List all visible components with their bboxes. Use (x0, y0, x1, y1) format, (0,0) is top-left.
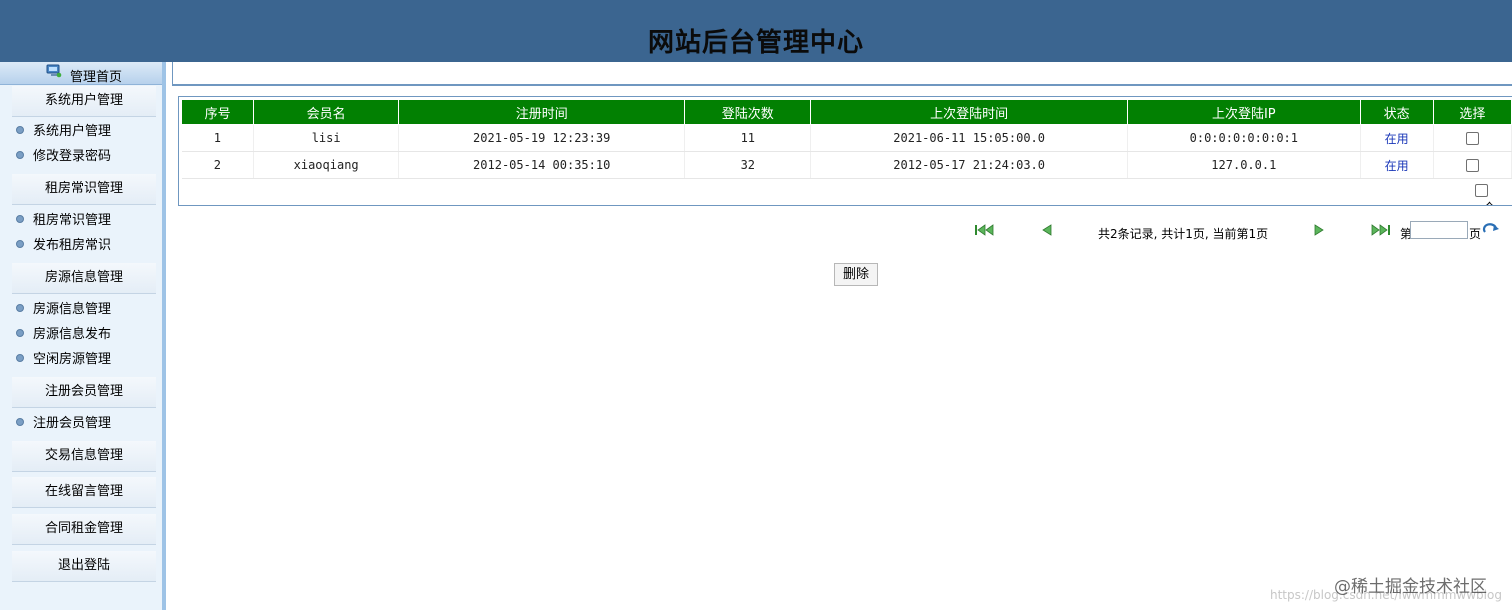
row-checkbox[interactable] (1465, 132, 1479, 145)
col-header-status: 状态 (1359, 99, 1434, 125)
status-link[interactable]: 在用 (1385, 159, 1409, 173)
page-title: 网站后台管理中心 (647, 28, 864, 58)
bullet-icon (16, 239, 24, 248)
select-all-checkbox[interactable] (1475, 184, 1488, 197)
col-header-last-login: 上次登陆时间 (810, 99, 1129, 125)
sidebar: 管理首页 系统用户管理 系统用户管理 修改登录密码 租房常识管理 租房常识管理 … (0, 62, 166, 610)
cell-select (1433, 124, 1512, 152)
cell-name: lisi (253, 124, 399, 152)
app-header: 网站后台管理中心 (0, 0, 1512, 62)
bullet-icon (16, 417, 24, 426)
bullet-icon (16, 303, 24, 312)
table-row: 2 xiaoqiang 2012-05-14 00:35:10 32 2012-… (181, 151, 1512, 179)
first-page-icon[interactable] (974, 224, 996, 236)
col-header-name: 会员名 (253, 99, 399, 125)
bullet-icon (16, 125, 24, 134)
member-table-panel: 序号 会员名 注册时间 登陆次数 上次登陆时间 上次登陆IP 状态 选择 1 l… (178, 96, 1512, 206)
row-checkbox[interactable] (1465, 159, 1479, 172)
goto-page-input[interactable] (1410, 221, 1468, 239)
cell-reg-time: 2021-05-19 12:23:39 (398, 124, 686, 152)
sidebar-section-system-users[interactable]: 系统用户管理 (12, 86, 156, 117)
cell-last-login: 2012-05-17 21:24:03.0 (810, 151, 1129, 179)
sidebar-item-system-users[interactable]: 系统用户管理 (16, 122, 111, 142)
sidebar-section-listings[interactable]: 房源信息管理 (12, 263, 156, 294)
computer-icon (46, 64, 62, 78)
col-header-select: 选择 (1432, 99, 1512, 125)
sidebar-section-members[interactable]: 注册会员管理 (12, 377, 156, 408)
sidebar-section-transactions[interactable]: 交易信息管理 (12, 441, 156, 472)
sidebar-item-listings[interactable]: 房源信息管理 (16, 300, 111, 320)
cell-ip: 0:0:0:0:0:0:0:1 (1127, 124, 1361, 152)
sidebar-item-publish-tips[interactable]: 发布租房常识 (16, 236, 111, 256)
sidebar-item-rental-tips[interactable]: 租房常识管理 (16, 211, 111, 231)
col-header-login-count: 登陆次数 (684, 99, 812, 125)
sidebar-item-members[interactable]: 注册会员管理 (16, 414, 111, 434)
watermark: @稀土掘金技术社区 (1334, 577, 1487, 597)
refresh-go-icon[interactable] (1482, 223, 1500, 237)
sidebar-home[interactable]: 管理首页 (0, 62, 162, 85)
cell-last-login: 2021-06-11 15:05:00.0 (810, 124, 1129, 152)
cell-no: 1 (181, 124, 255, 152)
sidebar-section-rental-tips[interactable]: 租房常识管理 (12, 174, 156, 205)
goto-suffix: 页 (1469, 227, 1482, 241)
sidebar-item-publish-listing[interactable]: 房源信息发布 (16, 325, 111, 345)
bullet-icon (16, 150, 24, 159)
bullet-icon (16, 353, 24, 362)
table-row: 1 lisi 2021-05-19 12:23:39 11 2021-06-11… (181, 124, 1512, 152)
sidebar-home-label: 管理首页 (70, 70, 123, 85)
sidebar-section-messages[interactable]: 在线留言管理 (12, 477, 156, 508)
sidebar-item-change-password[interactable]: 修改登录密码 (16, 147, 111, 167)
select-all-label: 全 (1483, 202, 1496, 205)
cell-name: xiaoqiang (253, 151, 399, 179)
cell-ip: 127.0.0.1 (1127, 151, 1361, 179)
cell-no: 2 (181, 151, 255, 179)
cell-reg-time: 2012-05-14 00:35:10 (398, 151, 686, 179)
last-page-icon[interactable] (1369, 224, 1391, 236)
cell-status: 在用 (1360, 151, 1434, 179)
col-header-no: 序号 (180, 99, 255, 125)
sidebar-item-vacant-listings[interactable]: 空闲房源管理 (16, 350, 111, 370)
select-all: 全 (1475, 183, 1512, 205)
cell-login-count: 11 (684, 124, 812, 152)
bullet-icon (16, 214, 24, 223)
next-page-icon[interactable] (1313, 224, 1325, 236)
cell-select (1433, 151, 1512, 179)
status-link[interactable]: 在用 (1385, 132, 1409, 146)
pager-summary: 共2条记录, 共计1页, 当前第1页 (1098, 227, 1269, 241)
member-table: 序号 会员名 注册时间 登陆次数 上次登陆时间 上次登陆IP 状态 选择 1 l… (180, 99, 1512, 179)
content-top-strip (172, 62, 1512, 86)
sidebar-logout[interactable]: 退出登陆 (12, 551, 156, 582)
table-header-row: 序号 会员名 注册时间 登陆次数 上次登陆时间 上次登陆IP 状态 选择 (180, 99, 1512, 125)
bullet-icon (16, 328, 24, 337)
sidebar-section-contracts[interactable]: 合同租金管理 (12, 514, 156, 545)
cell-status: 在用 (1360, 124, 1434, 152)
col-header-reg-time: 注册时间 (397, 99, 686, 125)
prev-page-icon[interactable] (1041, 224, 1053, 236)
cell-login-count: 32 (684, 151, 812, 179)
delete-button[interactable]: 删除 (834, 263, 878, 286)
col-header-last-ip: 上次登陆IP (1127, 99, 1361, 125)
